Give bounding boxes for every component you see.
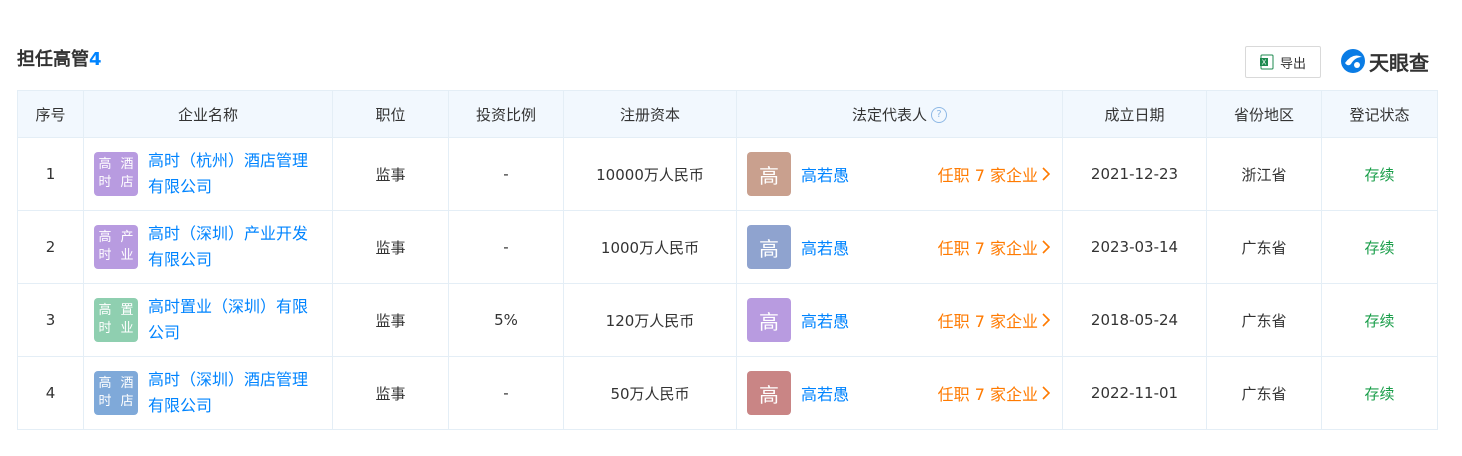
position-cell: 监事 — [332, 137, 449, 211]
date-cell: 2022-11-01 — [1062, 356, 1207, 430]
company-cell: 高时 酒店 高时（深圳）酒店管理有限公司 — [83, 356, 333, 430]
brand-logo: 天眼查 — [1340, 46, 1429, 76]
rep-avatar[interactable]: 高 — [747, 152, 791, 196]
rep-companies-label: 任职 7 家企业 — [937, 312, 1038, 331]
rep-name-link[interactable]: 高若愚 — [801, 308, 849, 332]
rep-companies-label: 任职 7 家企业 — [937, 385, 1038, 404]
rep-name-link[interactable]: 高若愚 — [801, 235, 849, 259]
capital-cell: 1000万人民币 — [563, 210, 737, 284]
brand-name: 天眼查 — [1369, 50, 1429, 75]
column-header-position: 职位 — [332, 90, 449, 138]
ratio-cell: - — [448, 210, 564, 284]
chevron-right-icon — [1042, 167, 1050, 181]
table-row: 2 高时 产业 高时（深圳）产业开发有限公司 监事 -1000万人民币高高若愚 任职 7 家… — [17, 210, 1438, 284]
status-cell: 存续 — [1321, 137, 1438, 211]
company-logo[interactable]: 高时 酒店 — [94, 371, 138, 415]
column-header-legal-rep-label: 法定代表人 — [851, 105, 927, 124]
section-count: 4 — [89, 49, 102, 70]
rep-companies-label: 任职 7 家企业 — [937, 166, 1038, 185]
rep-avatar[interactable]: 高 — [747, 371, 791, 415]
region-cell: 广东省 — [1206, 356, 1322, 430]
rep-avatar[interactable]: 高 — [747, 225, 791, 269]
status-cell: 存续 — [1321, 356, 1438, 430]
capital-cell: 50万人民币 — [563, 356, 737, 430]
company-logo[interactable]: 高时 酒店 — [94, 152, 138, 196]
chevron-right-icon — [1042, 240, 1050, 254]
capital-cell: 120万人民币 — [563, 283, 737, 357]
company-cell: 高时 酒店 高时（杭州）酒店管理有限公司 — [83, 137, 333, 211]
rep-companies-link[interactable]: 任职 7 家企业 — [938, 235, 1050, 259]
question-icon[interactable]: ? — [931, 107, 947, 123]
legal-rep-cell: 高高若愚 任职 7 家企业 — [736, 356, 1063, 430]
table-row: 1 高时 酒店 高时（杭州）酒店管理有限公司 监事 -10000万人民币高高若愚 任职 7 … — [17, 137, 1438, 211]
export-label: 导出 — [1279, 56, 1306, 72]
region-cell: 浙江省 — [1206, 137, 1322, 211]
region-cell: 广东省 — [1206, 210, 1322, 284]
section-title: 担任高管4 — [17, 47, 102, 73]
company-name-link[interactable]: 高时置业（深圳）有限公司 — [148, 294, 318, 346]
company-cell: 高时 置业 高时置业（深圳）有限公司 — [83, 283, 333, 357]
position-cell: 监事 — [332, 210, 449, 284]
column-header-status: 登记状态 — [1321, 90, 1438, 138]
status-cell: 存续 — [1321, 210, 1438, 284]
company-name-link[interactable]: 高时（深圳）酒店管理有限公司 — [148, 367, 318, 419]
column-header-ratio: 投资比例 — [448, 90, 564, 138]
column-header-date: 成立日期 — [1062, 90, 1207, 138]
row-index: 1 — [17, 137, 84, 211]
chevron-right-icon — [1042, 386, 1050, 400]
legal-rep-cell: 高高若愚 任职 7 家企业 — [736, 283, 1063, 357]
ratio-cell: - — [448, 137, 564, 211]
company-name-link[interactable]: 高时（深圳）产业开发有限公司 — [148, 221, 318, 273]
rep-avatar[interactable]: 高 — [747, 298, 791, 342]
svg-text:X: X — [1262, 59, 1267, 67]
rep-name-link[interactable]: 高若愚 — [801, 162, 849, 186]
section-title-text: 担任高管 — [17, 49, 89, 70]
export-button[interactable]: X 导出 — [1245, 46, 1321, 78]
column-header-index: 序号 — [17, 90, 84, 138]
excel-icon: X — [1259, 54, 1274, 70]
capital-cell: 10000万人民币 — [563, 137, 737, 211]
column-header-legal-rep: 法定代表人? — [736, 90, 1063, 138]
rep-name-link[interactable]: 高若愚 — [801, 381, 849, 405]
column-header-capital: 注册资本 — [563, 90, 737, 138]
company-logo[interactable]: 高时 产业 — [94, 225, 138, 269]
company-cell: 高时 产业 高时（深圳）产业开发有限公司 — [83, 210, 333, 284]
legal-rep-cell: 高高若愚 任职 7 家企业 — [736, 210, 1063, 284]
ratio-cell: - — [448, 356, 564, 430]
date-cell: 2018-05-24 — [1062, 283, 1207, 357]
position-cell: 监事 — [332, 283, 449, 357]
chevron-right-icon — [1042, 313, 1050, 327]
region-cell: 广东省 — [1206, 283, 1322, 357]
company-logo[interactable]: 高时 置业 — [94, 298, 138, 342]
rep-companies-link[interactable]: 任职 7 家企业 — [938, 308, 1050, 332]
executive-table: 序号 企业名称 职位 投资比例 注册资本 法定代表人? 成立日期 省份地区 登记… — [17, 90, 1438, 430]
rep-companies-link[interactable]: 任职 7 家企业 — [938, 381, 1050, 405]
rep-companies-link[interactable]: 任职 7 家企业 — [938, 162, 1050, 186]
tianyancha-logo-icon — [1341, 49, 1365, 73]
table-header-row: 序号 企业名称 职位 投资比例 注册资本 法定代表人? 成立日期 省份地区 登记… — [17, 90, 1438, 138]
status-cell: 存续 — [1321, 283, 1438, 357]
date-cell: 2021-12-23 — [1062, 137, 1207, 211]
column-header-company: 企业名称 — [83, 90, 333, 138]
ratio-cell: 5% — [448, 283, 564, 357]
date-cell: 2023-03-14 — [1062, 210, 1207, 284]
row-index: 4 — [17, 356, 84, 430]
row-index: 3 — [17, 283, 84, 357]
legal-rep-cell: 高高若愚 任职 7 家企业 — [736, 137, 1063, 211]
company-name-link[interactable]: 高时（杭州）酒店管理有限公司 — [148, 148, 318, 200]
rep-companies-label: 任职 7 家企业 — [937, 239, 1038, 258]
table-row: 3 高时 置业 高时置业（深圳）有限公司 监事 5% 120万人民币高高若愚 任职 7 家企业… — [17, 283, 1438, 357]
table-row: 4 高时 酒店 高时（深圳）酒店管理有限公司 监事 -50万人民币高高若愚 任职 7 家企业… — [17, 356, 1438, 430]
row-index: 2 — [17, 210, 84, 284]
position-cell: 监事 — [332, 356, 449, 430]
column-header-region: 省份地区 — [1206, 90, 1322, 138]
